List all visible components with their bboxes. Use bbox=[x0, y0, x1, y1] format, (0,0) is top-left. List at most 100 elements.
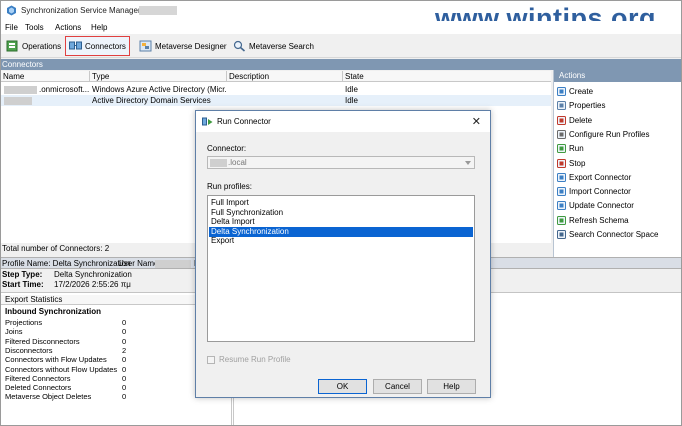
row-name: .onmicrosoft... bbox=[39, 85, 90, 94]
stat-label: Connectors without Flow Updates bbox=[5, 364, 118, 374]
metaverse-search-icon bbox=[233, 40, 246, 52]
action-search-connector-space[interactable]: Search Connector Space bbox=[557, 228, 658, 241]
column-state[interactable]: State bbox=[343, 71, 551, 82]
action-label: Run bbox=[569, 144, 584, 154]
run-profile-item[interactable]: Delta Synchronization bbox=[209, 226, 473, 237]
stat-value: 0 bbox=[122, 373, 127, 383]
action-label: Stop bbox=[569, 158, 586, 168]
table-row[interactable]: .onmicrosoft... Windows Azure Active Dir… bbox=[1, 84, 551, 95]
action-create[interactable]: Create bbox=[557, 85, 593, 98]
row-type: Active Directory Domain Services bbox=[92, 96, 211, 105]
connector-select-value: .local bbox=[228, 158, 247, 167]
help-button[interactable]: Help bbox=[427, 379, 476, 394]
cancel-button[interactable]: Cancel bbox=[373, 379, 422, 394]
redacted-server-name bbox=[139, 6, 177, 15]
ok-button[interactable]: OK bbox=[318, 379, 367, 394]
column-type[interactable]: Type bbox=[90, 71, 227, 82]
connectors-section-header: Connectors bbox=[1, 59, 681, 70]
connector-select[interactable]: .local bbox=[207, 156, 475, 169]
run-connector-icon bbox=[202, 117, 213, 126]
main-window: Synchronization Service Manager on www.w… bbox=[0, 0, 682, 426]
stat-label: Filtered Disconnectors bbox=[5, 336, 80, 346]
redacted-domain-name bbox=[4, 97, 32, 105]
row-description bbox=[227, 95, 343, 106]
run-profile-item[interactable]: Delta Import bbox=[209, 217, 473, 227]
action-properties[interactable]: Properties bbox=[557, 99, 605, 112]
stat-label: Filtered Connectors bbox=[5, 373, 71, 383]
action-label: Export Connector bbox=[569, 172, 632, 182]
redacted-tenant-name bbox=[4, 86, 37, 94]
connector-label: Connector: bbox=[207, 144, 247, 153]
connectors-button[interactable]: Connectors bbox=[65, 36, 130, 56]
create-icon bbox=[557, 87, 566, 96]
action-configure-run-profiles[interactable]: Configure Run Profiles bbox=[557, 128, 649, 141]
delete-icon bbox=[557, 115, 566, 125]
action-label: Import Connector bbox=[569, 187, 631, 197]
configure-run-profiles-icon bbox=[557, 129, 566, 139]
stat-label: Metaverse Object Deletes bbox=[5, 392, 92, 402]
menu-bar: File Tools Actions Help bbox=[1, 21, 681, 34]
table-row[interactable]: Active Directory Domain Services Idle bbox=[1, 95, 551, 106]
search-connector-space-icon bbox=[557, 230, 566, 239]
metaverse-search-label: Metaverse Search bbox=[249, 41, 314, 51]
column-description[interactable]: Description bbox=[227, 71, 343, 82]
action-label: Search Connector Space bbox=[569, 230, 659, 239]
menu-file[interactable]: File bbox=[5, 23, 18, 32]
refresh-schema-icon bbox=[557, 215, 566, 225]
inbound-sync-heading: Inbound Synchronization bbox=[5, 307, 101, 316]
stat-label: Projections bbox=[5, 318, 43, 327]
stat-label: Connectors with Flow Updates bbox=[5, 355, 107, 365]
start-time: Start Time: 17/2/2026 2:55:26 πμ bbox=[2, 280, 131, 289]
operations-label: Operations bbox=[22, 41, 62, 51]
close-icon[interactable]: ✕ bbox=[472, 115, 481, 128]
column-name[interactable]: Name bbox=[1, 71, 90, 82]
action-export-connector[interactable]: Export Connector bbox=[557, 171, 631, 184]
run-profile-item[interactable]: Full Synchronization bbox=[209, 208, 473, 218]
action-import-connector[interactable]: Import Connector bbox=[557, 185, 631, 198]
title-bar: Synchronization Service Manager on www.w… bbox=[1, 1, 681, 33]
resume-run-profile-checkbox[interactable]: Resume Run Profile bbox=[207, 355, 291, 364]
metaverse-search-button[interactable]: Metaverse Search bbox=[230, 36, 317, 56]
run-profile-item[interactable]: Full Import bbox=[209, 198, 473, 208]
start-time-label: Start Time: bbox=[2, 280, 44, 289]
resume-run-profile-label: Resume Run Profile bbox=[219, 355, 291, 364]
actions-pane: Actions Create Properties Delete Configure … bbox=[553, 70, 681, 257]
step-type: Step Type: Delta Synchronization bbox=[2, 270, 132, 279]
stat-value: 0 bbox=[122, 383, 127, 393]
action-stop[interactable]: Stop bbox=[557, 157, 585, 170]
window-title: Synchronization Service Manager on bbox=[21, 6, 152, 15]
connectors-icon bbox=[69, 40, 82, 52]
row-type: Windows Azure Active Directory (Micr... bbox=[92, 85, 227, 94]
redacted-connector-name bbox=[210, 159, 227, 167]
operations-icon bbox=[6, 40, 19, 52]
metaverse-designer-icon bbox=[139, 40, 152, 52]
run-profiles-list[interactable]: Full Import Full Synchronization Delta Imp… bbox=[207, 195, 475, 342]
menu-actions[interactable]: Actions bbox=[55, 23, 81, 32]
metaverse-designer-label: Metaverse Designer bbox=[155, 41, 227, 51]
stat-value: 0 bbox=[122, 355, 127, 365]
redacted-user-name bbox=[155, 260, 191, 268]
stat-value: 0 bbox=[122, 336, 127, 346]
action-label: Create bbox=[569, 87, 594, 96]
stat-value: 0 bbox=[122, 364, 127, 374]
menu-help[interactable]: Help bbox=[91, 23, 107, 32]
action-label: Update Connector bbox=[569, 201, 634, 211]
step-type-value: Delta Synchronization bbox=[54, 270, 132, 279]
stat-label: Joins bbox=[5, 327, 23, 337]
run-profile-item[interactable]: Export bbox=[209, 236, 473, 246]
operations-button[interactable]: Operations bbox=[3, 36, 64, 56]
row-name bbox=[37, 95, 90, 106]
connectors-label: Connectors bbox=[85, 41, 126, 51]
menu-tools[interactable]: Tools bbox=[25, 23, 44, 32]
action-update-connector[interactable]: Update Connector bbox=[557, 199, 634, 212]
action-delete[interactable]: Delete bbox=[557, 114, 592, 127]
stop-icon bbox=[557, 158, 566, 168]
run-profiles-label: Run profiles: bbox=[207, 182, 252, 191]
action-run[interactable]: Run bbox=[557, 142, 584, 155]
action-refresh-schema[interactable]: Refresh Schema bbox=[557, 214, 629, 227]
start-time-value: 17/2/2026 2:55:26 πμ bbox=[54, 280, 131, 289]
row-state: Idle bbox=[345, 96, 358, 105]
dialog-title: Run Connector bbox=[217, 117, 271, 126]
action-label: Delete bbox=[569, 115, 593, 125]
metaverse-designer-button[interactable]: Metaverse Designer bbox=[136, 36, 230, 56]
